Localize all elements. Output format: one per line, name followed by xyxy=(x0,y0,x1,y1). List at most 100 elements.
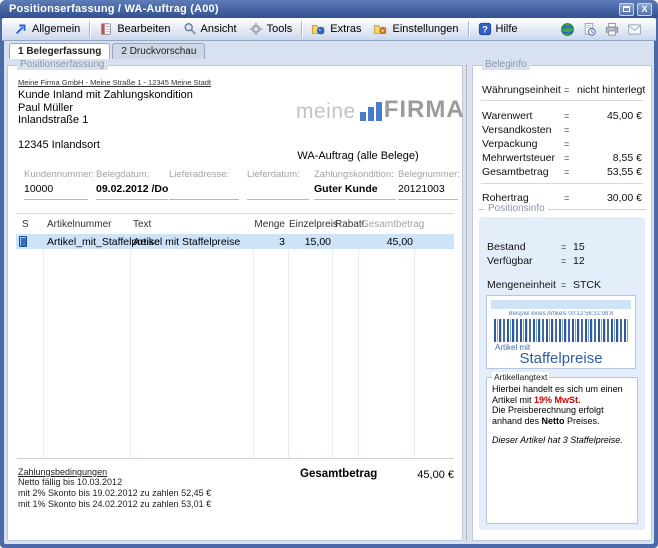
artikellangtext-p1: Hierbei handelt es sich um einen Artikel… xyxy=(492,384,632,405)
equals-sign: = xyxy=(564,125,569,135)
logo-text-firma: FIRMA xyxy=(384,98,465,122)
equals-sign: = xyxy=(561,256,566,266)
barcode-icon xyxy=(494,319,628,342)
info-label: Mehrwertsteuer xyxy=(482,152,555,164)
field-value[interactable]: Guter Kunde xyxy=(314,183,396,198)
field-lieferdatum: Lieferdatum: xyxy=(247,169,309,200)
payment-terms-line: Netto fällig bis 10.03.2012 xyxy=(18,477,122,487)
text-run-red: 19% MwSt. xyxy=(534,395,581,405)
field-label: Lieferadresse: xyxy=(169,169,239,180)
magnifier-icon xyxy=(183,22,197,36)
menu-label: Hilfe xyxy=(496,23,518,35)
image-text-line2: Staffelpreise xyxy=(487,350,635,367)
field-value[interactable]: 20121003 xyxy=(398,183,458,198)
info-label: Warenwert xyxy=(482,110,532,122)
cell-text: Artikel mit Staffelpreise xyxy=(133,236,240,248)
info-row-bestand: Bestand = 15 xyxy=(487,241,637,254)
column-line xyxy=(130,250,131,458)
menu-extras[interactable]: Extras xyxy=(305,20,367,38)
document-history-icon[interactable] xyxy=(582,22,597,37)
recipient-address: Kunde Inland mit Zahlungskondition Paul … xyxy=(18,89,193,151)
equals-sign: = xyxy=(561,280,566,290)
svg-text:?: ? xyxy=(482,25,488,35)
menu-separator xyxy=(89,21,90,37)
field-label: Zahlungskondition: xyxy=(314,169,396,180)
col-header-menge[interactable]: Menge xyxy=(253,219,285,230)
divider xyxy=(481,100,643,101)
info-value: 30,00 € xyxy=(607,192,642,204)
info-row-mehrwertsteuer: Mehrwertsteuer = 8,55 € xyxy=(482,152,642,165)
field-value[interactable]: 10000 xyxy=(24,183,88,198)
tab-druckvorschau[interactable]: 2 Druckvorschau xyxy=(112,43,205,59)
globe-icon[interactable] xyxy=(560,22,575,37)
table-bottom-line xyxy=(17,458,454,459)
window-title: Positionserfassung / WA-Auftrag (A00) xyxy=(9,3,219,15)
divider xyxy=(481,183,643,184)
col-header-einzelpreis[interactable]: Einzelpreis xyxy=(289,219,331,230)
equals-sign: = xyxy=(564,153,569,163)
info-value: STCK xyxy=(573,279,601,291)
info-value: 8,55 € xyxy=(613,152,642,164)
info-label: Verpackung xyxy=(482,138,537,150)
field-underline xyxy=(247,199,309,200)
notebook-icon xyxy=(99,22,113,36)
col-header-s[interactable]: S xyxy=(22,219,29,230)
artikellangtext-label: Artikellangtext xyxy=(492,372,549,382)
menu-einstellungen[interactable]: Einstellungen xyxy=(367,20,464,38)
field-label: Lieferdatum: xyxy=(247,169,309,180)
address-line: Kunde Inland mit Zahlungskondition xyxy=(18,89,193,102)
printer-icon[interactable] xyxy=(604,22,620,37)
text-run-bold: Netto xyxy=(542,416,565,426)
info-label: Bestand xyxy=(487,241,526,253)
bar-chart-icon xyxy=(360,102,382,121)
menu-label: Einstellungen xyxy=(392,23,458,35)
restore-icon xyxy=(623,6,630,12)
field-label: Belegdatum: xyxy=(96,169,168,180)
field-value[interactable] xyxy=(169,183,239,198)
info-row-verfuegbar: Verfügbar = 12 xyxy=(487,255,637,268)
field-label: Kundennummer: xyxy=(24,169,88,180)
tab-bar: 1 Belegerfassung 2 Druckvorschau xyxy=(9,43,207,59)
menu-label: Extras xyxy=(330,23,361,35)
field-lieferadresse: Lieferadresse: xyxy=(169,169,239,200)
content-area: 1 Belegerfassung 2 Druckvorschau Positio… xyxy=(4,41,654,544)
col-header-artikelnummer[interactable]: Artikelnummer xyxy=(47,219,111,230)
artikellangtext-p2: Die Preisberechnung erfolgt anhand des N… xyxy=(492,405,632,426)
equals-sign: = xyxy=(564,111,569,121)
artikellangtext-box[interactable]: Artikellangtext Hierbei handelt es sich … xyxy=(486,377,638,524)
gear-icon xyxy=(249,22,263,36)
info-value: 45,00 € xyxy=(607,110,642,122)
column-line xyxy=(414,250,415,458)
equals-sign: = xyxy=(564,167,569,177)
company-logo: meine FIRMA xyxy=(296,98,465,122)
menu-allgemein[interactable]: Allgemein xyxy=(8,20,86,38)
field-value[interactable]: 09.02.2012 /Do xyxy=(96,183,168,198)
app-window: Positionserfassung / WA-Auftrag (A00) X … xyxy=(0,0,658,548)
menu-ansicht[interactable]: Ansicht xyxy=(177,20,243,38)
column-line xyxy=(288,250,289,458)
field-underline xyxy=(169,199,239,200)
menu-label: Ansicht xyxy=(201,23,237,35)
image-header-strip xyxy=(491,300,631,309)
menu-bearbeiten[interactable]: Bearbeiten xyxy=(93,20,176,38)
beleginfo-groupbox: Beleginfo Währungseinheit = nicht hinter… xyxy=(472,65,652,541)
field-underline xyxy=(398,199,458,200)
cell-menge: 3 xyxy=(253,236,285,248)
menu-tools[interactable]: Tools xyxy=(243,20,299,38)
address-line: 12345 Inlandsort xyxy=(18,139,193,152)
window-controls: X xyxy=(619,3,652,16)
field-value[interactable] xyxy=(247,183,309,198)
info-row-versandkosten: Versandkosten = xyxy=(482,124,642,137)
col-header-gesamtbetrag[interactable]: Gesamtbetrag xyxy=(361,219,424,230)
tab-belegerfassung[interactable]: 1 Belegerfassung xyxy=(9,43,110,59)
restore-button[interactable] xyxy=(619,3,634,16)
col-header-text[interactable]: Text xyxy=(133,219,151,230)
mail-icon[interactable] xyxy=(627,23,642,36)
equals-sign: = xyxy=(561,242,566,252)
title-bar[interactable]: Positionserfassung / WA-Auftrag (A00) X xyxy=(0,0,658,18)
text-run: Preises. xyxy=(565,416,600,426)
menu-hilfe[interactable]: ? Hilfe xyxy=(472,20,524,38)
grand-total-label: Gesamtbetrag xyxy=(300,468,377,480)
close-button[interactable]: X xyxy=(637,3,652,16)
info-row-waehrungseinheit: Währungseinheit = nicht hinterlegt xyxy=(482,84,642,97)
